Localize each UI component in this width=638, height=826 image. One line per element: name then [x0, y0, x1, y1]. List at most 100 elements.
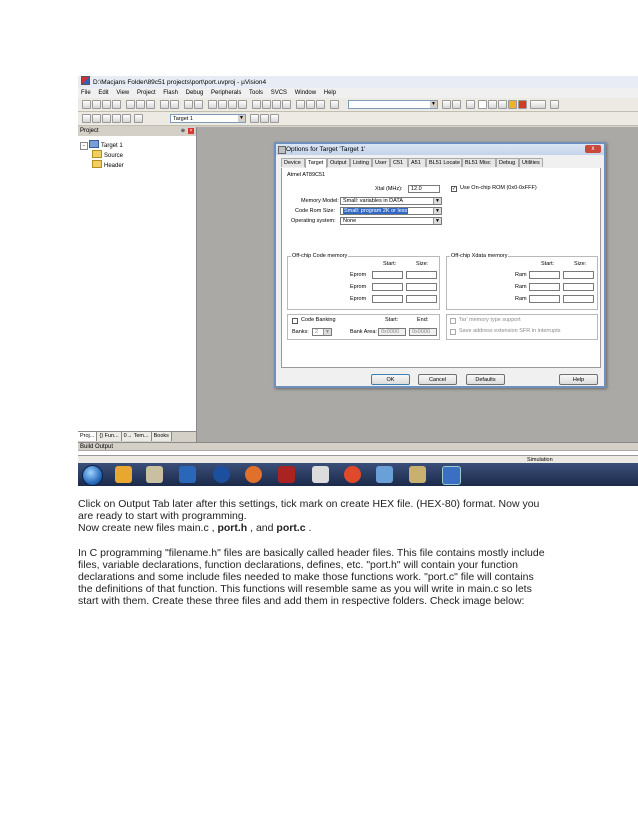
media-player-icon[interactable] [115, 466, 132, 483]
bank-start-input[interactable]: 0x0000 [378, 328, 406, 336]
ram-size-input-3[interactable] [563, 295, 594, 303]
uvision-taskbar-icon[interactable] [442, 466, 461, 485]
bookmark-next-icon[interactable] [228, 100, 237, 109]
ok-button[interactable]: OK [371, 374, 410, 385]
comment-icon[interactable] [272, 100, 281, 109]
menu-file[interactable]: File [81, 90, 91, 96]
save-icon[interactable] [102, 100, 111, 109]
window-layout-icon[interactable] [530, 100, 546, 109]
open-file-icon[interactable] [92, 100, 101, 109]
undo-icon[interactable] [160, 100, 169, 109]
tab-books[interactable]: Books [151, 432, 172, 441]
copy-icon[interactable] [136, 100, 145, 109]
tree-item-header[interactable]: Header [80, 160, 124, 170]
app-icon[interactable] [146, 466, 163, 483]
file-extensions-icon[interactable] [260, 114, 269, 123]
find-icon[interactable] [306, 100, 315, 109]
find-text-combo[interactable]: ▼ [348, 100, 438, 109]
info-app-icon[interactable] [213, 466, 230, 483]
breakpoint-disable-icon[interactable] [498, 100, 507, 109]
dialog-close-button[interactable]: x [585, 145, 601, 153]
bookmark-clear-icon[interactable] [238, 100, 247, 109]
collapse-icon[interactable]: − [80, 142, 88, 150]
translate-icon[interactable] [82, 114, 91, 123]
stop-build-icon[interactable] [122, 114, 131, 123]
redo-icon[interactable] [170, 100, 179, 109]
target-select[interactable]: Target 1 ▼ [170, 114, 246, 123]
pin-icon[interactable]: ⊕ [180, 128, 186, 134]
tab-a51[interactable]: A51 [408, 158, 426, 167]
firefox-icon[interactable] [245, 466, 262, 483]
tab-output[interactable]: Output [327, 158, 350, 167]
tree-item-source[interactable]: Source [80, 150, 124, 160]
tab-functions[interactable]: {} Fun... [97, 432, 122, 441]
tab-bl51-misc[interactable]: BL51 Misc [462, 158, 496, 167]
tab-project[interactable]: Proj... [78, 432, 98, 441]
flashmagic-icon[interactable] [278, 466, 295, 483]
chrome-icon[interactable] [344, 466, 361, 483]
ram-start-input-3[interactable] [529, 295, 560, 303]
eprom-start-input-1[interactable] [372, 271, 403, 279]
build-icon[interactable] [92, 114, 101, 123]
manage-components-icon[interactable] [270, 114, 279, 123]
help-button[interactable]: Help [559, 374, 598, 385]
paint-icon[interactable] [376, 466, 393, 483]
menu-view[interactable]: View [116, 90, 129, 96]
use-onchip-rom-checkbox[interactable]: ✓ [451, 186, 457, 192]
code-banking-checkbox[interactable] [292, 318, 298, 324]
menu-debug[interactable]: Debug [186, 90, 204, 96]
ram-start-input-2[interactable] [529, 283, 560, 291]
find-combo-icon[interactable] [330, 100, 339, 109]
cancel-button[interactable]: Cancel [418, 374, 457, 385]
new-file-icon[interactable] [82, 100, 91, 109]
far-memory-checkbox[interactable] [450, 318, 456, 324]
menu-project[interactable]: Project [137, 90, 156, 96]
save-all-icon[interactable] [112, 100, 121, 109]
memory-model-select[interactable]: Small: variables in DATA ▼ [340, 197, 442, 205]
close-icon[interactable]: × [188, 128, 194, 134]
menu-window[interactable]: Window [295, 90, 316, 96]
search-next-icon[interactable] [452, 100, 461, 109]
incremental-find-icon[interactable] [316, 100, 325, 109]
tab-listing[interactable]: Listing [350, 158, 372, 167]
paste-icon[interactable] [146, 100, 155, 109]
find-icon[interactable] [442, 100, 451, 109]
tree-item-target[interactable]: − Target 1 [80, 140, 124, 150]
menu-edit[interactable]: Edit [98, 90, 108, 96]
breakpoint-kill-icon[interactable] [508, 100, 517, 109]
menu-flash[interactable]: Flash [163, 90, 178, 96]
zoom-icon[interactable] [466, 100, 475, 109]
stop-icon[interactable] [518, 100, 527, 109]
app-icon[interactable] [409, 466, 426, 483]
menu-peripherals[interactable]: Peripherals [211, 90, 241, 96]
nav-forward-icon[interactable] [194, 100, 203, 109]
bookmark-icon[interactable] [208, 100, 217, 109]
save-sfr-checkbox[interactable] [450, 329, 456, 335]
tab-c51[interactable]: C51 [390, 158, 408, 167]
tab-user[interactable]: User [372, 158, 390, 167]
start-button-icon[interactable] [82, 465, 103, 486]
menu-svcs[interactable]: SVCS [271, 90, 287, 96]
debug-start-icon[interactable] [478, 100, 487, 109]
download-icon[interactable] [134, 114, 143, 123]
explorer-icon[interactable] [179, 466, 196, 483]
eprom-size-input-3[interactable] [406, 295, 437, 303]
configure-icon[interactable] [550, 100, 559, 109]
uncomment-icon[interactable] [282, 100, 291, 109]
ram-start-input-1[interactable] [529, 271, 560, 279]
notepad-icon[interactable] [312, 466, 329, 483]
batch-build-icon[interactable] [112, 114, 121, 123]
eprom-start-input-2[interactable] [372, 283, 403, 291]
find-in-files-icon[interactable] [296, 100, 305, 109]
breakpoint-icon[interactable] [488, 100, 497, 109]
menu-help[interactable]: Help [324, 90, 336, 96]
tab-templates[interactable]: 0→ Tem... [121, 432, 152, 441]
eprom-start-input-3[interactable] [372, 295, 403, 303]
target-options-icon[interactable] [250, 114, 259, 123]
tab-bl51-locate[interactable]: BL51 Locate [426, 158, 462, 167]
nav-back-icon[interactable] [184, 100, 193, 109]
tab-debug[interactable]: Debug [496, 158, 519, 167]
banks-select[interactable]: 2 ▼ [312, 328, 332, 336]
bank-end-input[interactable]: 0x0000 [409, 328, 437, 336]
unindent-icon[interactable] [262, 100, 271, 109]
